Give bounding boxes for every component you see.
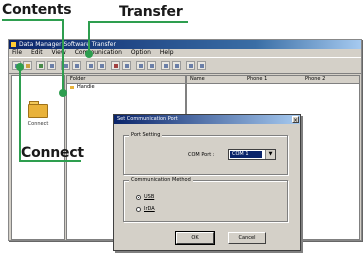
com-port-value: COM 1 (230, 151, 262, 158)
cut-icon[interactable] (72, 61, 81, 70)
dialog-titlebar: Set Communication Port × (114, 115, 300, 124)
port-setting-title: Port Setting (129, 132, 163, 139)
menu-communication[interactable]: Communication (75, 49, 122, 56)
connect-callout: Connect (21, 145, 84, 161)
delete-icon[interactable] (111, 61, 120, 70)
folder-icon (28, 101, 48, 118)
contents-callout: Contents (2, 2, 72, 18)
contents-leader-vertical (62, 19, 64, 93)
transfer-marker (85, 50, 93, 58)
copy-icon[interactable] (86, 61, 95, 70)
folder-header[interactable]: Folder (67, 76, 185, 84)
print-icon[interactable] (172, 61, 181, 70)
cancel-button[interactable]: Cancel (228, 232, 266, 244)
transfer-callout: Transfer (119, 4, 183, 20)
transfer-icon[interactable] (36, 61, 45, 70)
tree-item[interactable]: Handie (67, 84, 185, 91)
usb-radio[interactable] (136, 195, 141, 200)
communication-method-title: Communication Method (129, 177, 193, 184)
com-port-select[interactable]: COM 1 ▼ (228, 149, 276, 160)
column-name[interactable]: Name (190, 76, 205, 83)
chevron-down-icon[interactable]: ▼ (265, 150, 275, 159)
ok-button[interactable]: OK (175, 231, 215, 245)
com-port-label: COM Port : (188, 152, 215, 158)
contents-icon[interactable] (23, 61, 32, 70)
column-phone-1[interactable]: Phone 1 (247, 76, 267, 83)
usb-radio-label[interactable]: USB (144, 194, 154, 200)
communication-port-dialog: Set Communication Port × Port Setting CO… (113, 114, 301, 251)
list-header: Name Phone 1 Phone 2 (187, 76, 359, 84)
connect-button[interactable]: Connect (16, 96, 60, 140)
help-icon[interactable] (197, 61, 206, 70)
port-setting-group: Port Setting COM Port : COM 1 ▼ (123, 132, 288, 175)
details-icon[interactable] (147, 61, 156, 70)
contents-marker (59, 89, 67, 97)
menu-file[interactable]: File (12, 49, 22, 56)
contents-leader (2, 19, 64, 21)
app-title: Data Manager Software Transfer (19, 41, 116, 48)
column-phone-2[interactable]: Phone 2 (305, 76, 325, 83)
zoom-icon[interactable] (161, 61, 170, 70)
settings-icon[interactable] (186, 61, 195, 70)
paste-icon[interactable] (97, 61, 106, 70)
open-icon[interactable] (47, 61, 56, 70)
irda-radio[interactable] (136, 207, 141, 212)
close-icon[interactable]: × (292, 116, 299, 124)
list-icon[interactable] (136, 61, 145, 70)
menu-option[interactable]: Option (131, 49, 151, 56)
view-icon[interactable] (122, 61, 131, 70)
menu-edit[interactable]: Edit (31, 49, 43, 56)
irda-radio-label[interactable]: IrDA (144, 206, 155, 212)
transfer-leader (88, 21, 188, 23)
communication-method-group: Communication Method USB IrDA (123, 177, 288, 222)
dialog-title: Set Communication Port (117, 116, 178, 122)
connect-button-label: Connect (27, 121, 49, 127)
connect-marker (16, 63, 24, 71)
app-icon (11, 42, 16, 47)
menu-help[interactable]: Help (160, 49, 174, 56)
